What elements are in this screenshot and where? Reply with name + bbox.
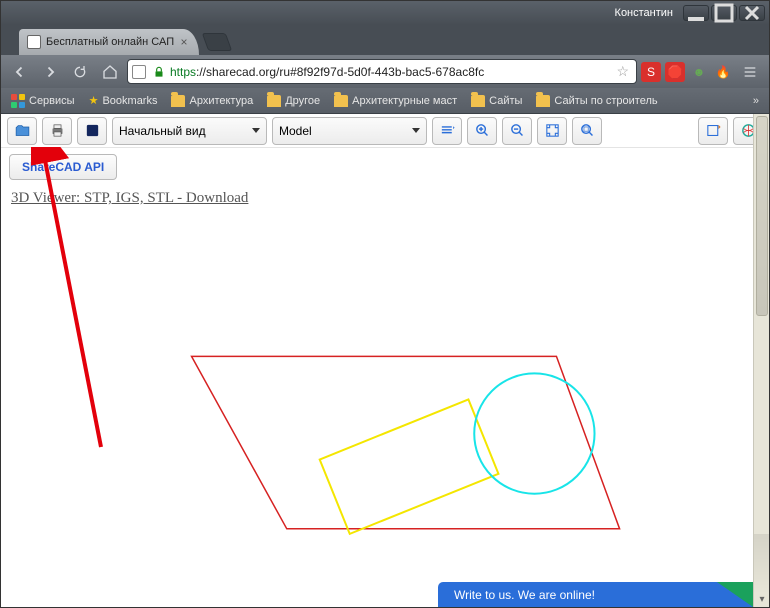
folder-icon	[536, 95, 550, 107]
cad-drawing	[1, 196, 753, 607]
tab-strip: Бесплатный онлайн САП ×	[1, 25, 769, 55]
folder-icon	[267, 95, 281, 107]
bookmark-star-icon[interactable]: ☆	[616, 63, 629, 80]
embed-button[interactable]	[698, 117, 728, 145]
bookmark-item[interactable]: ★Bookmarks	[83, 92, 164, 109]
layers-button[interactable]	[432, 117, 462, 145]
bookmark-item[interactable]: Сайты	[465, 93, 528, 109]
page-icon	[132, 65, 146, 79]
maximize-button[interactable]	[711, 5, 737, 21]
close-button[interactable]	[739, 5, 765, 21]
favicon-icon	[27, 35, 41, 49]
extension-abp-icon[interactable]: 🛑	[665, 62, 685, 82]
extension-red-icon[interactable]: S	[641, 62, 661, 82]
forward-button[interactable]	[37, 59, 63, 85]
scroll-down-icon[interactable]: ▾	[757, 594, 767, 604]
chat-text: Write to us. We are online!	[454, 588, 595, 602]
user-label: Константин	[607, 7, 681, 19]
zoom-out-button[interactable]	[502, 117, 532, 145]
home-button[interactable]	[97, 59, 123, 85]
navigation-bar: https://sharecad.org/ru#8f92f97d-5d0f-44…	[1, 55, 769, 88]
folder-icon	[334, 95, 348, 107]
fit-screen-button[interactable]	[537, 117, 567, 145]
page-content: Начальный вид Model ShareCAD API 3D View…	[1, 114, 769, 607]
extension-green-icon[interactable]: ☻	[689, 62, 709, 82]
bookmark-item[interactable]: Другое	[261, 93, 326, 109]
address-bar[interactable]: https://sharecad.org/ru#8f92f97d-5d0f-44…	[127, 59, 637, 84]
minimize-button[interactable]	[683, 5, 709, 21]
extension-fire-icon[interactable]: 🔥	[713, 62, 733, 82]
vertical-scrollbar[interactable]: ▴ ▾	[753, 114, 769, 607]
window-titlebar: Константин	[1, 1, 769, 25]
lock-icon	[152, 65, 166, 79]
bookmark-apps[interactable]: Сервисы	[5, 92, 81, 110]
back-button[interactable]	[7, 59, 33, 85]
open-file-button[interactable]	[7, 117, 37, 145]
sharecad-api-button[interactable]: ShareCAD API	[9, 154, 117, 180]
reload-button[interactable]	[67, 59, 93, 85]
menu-button[interactable]	[737, 59, 763, 85]
new-tab-button[interactable]	[202, 33, 233, 51]
scroll-thumb[interactable]	[756, 116, 768, 316]
caret-down-icon	[412, 128, 420, 133]
folder-icon	[471, 95, 485, 107]
browser-tab[interactable]: Бесплатный онлайн САП ×	[19, 29, 199, 55]
bookmark-overflow-icon[interactable]: »	[747, 95, 765, 107]
sharecad-toolbar: Начальный вид Model	[1, 114, 769, 148]
black-bg-button[interactable]	[77, 117, 107, 145]
tab-title: Бесплатный онлайн САП	[46, 36, 174, 48]
zoom-in-button[interactable]	[467, 117, 497, 145]
caret-down-icon	[252, 128, 260, 133]
star-icon: ★	[89, 94, 99, 107]
cad-canvas[interactable]	[1, 196, 753, 607]
tab-close-icon[interactable]: ×	[177, 35, 191, 49]
bookmark-bar: Сервисы ★Bookmarks Архитектура Другое Ар…	[1, 88, 769, 114]
chat-corner-icon	[717, 582, 753, 607]
zoom-window-button[interactable]	[572, 117, 602, 145]
bookmark-item[interactable]: Архитектура	[165, 93, 259, 109]
print-button[interactable]	[42, 117, 72, 145]
bookmark-item[interactable]: Архитектурные маст	[328, 93, 463, 109]
bookmark-item[interactable]: Сайты по строитель	[530, 93, 663, 109]
folder-icon	[171, 95, 185, 107]
url-text: https://sharecad.org/ru#8f92f97d-5d0f-44…	[170, 65, 613, 79]
apps-icon	[11, 94, 25, 108]
view-select[interactable]: Начальный вид	[112, 117, 267, 145]
chat-widget[interactable]: Write to us. We are online!	[438, 582, 753, 607]
model-select[interactable]: Model	[272, 117, 427, 145]
